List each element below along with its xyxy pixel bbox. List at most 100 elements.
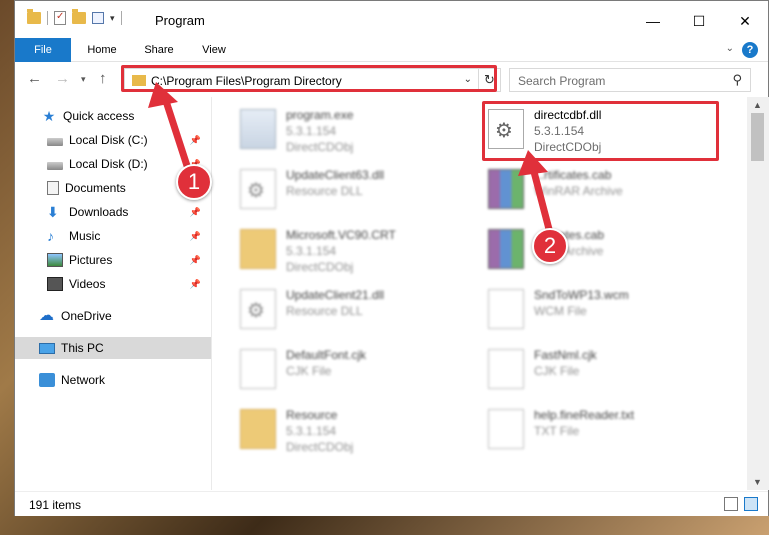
- sidebar-item-label: Pictures: [69, 253, 113, 267]
- file-item-defaultfont[interactable]: DefaultFont.cjk CJK File: [234, 341, 474, 397]
- ribbon-tabs: File Home Share View ⌄ ?: [15, 38, 768, 62]
- back-arrow-icon[interactable]: ←: [27, 70, 42, 87]
- sidebar-item-videos[interactable]: Videos 📌: [15, 273, 211, 295]
- file-name: UpdateClient21.dll: [286, 288, 385, 302]
- file-type: WCM File: [534, 304, 587, 318]
- sidebar-item-onedrive[interactable]: ☁ OneDrive: [15, 305, 211, 327]
- tab-view[interactable]: View: [189, 38, 239, 62]
- download-icon: ⬇: [47, 204, 59, 220]
- file-item-fastnml[interactable]: FastNml.cjk CJK File: [482, 341, 722, 397]
- properties-icon[interactable]: [92, 12, 104, 24]
- chevron-down-icon[interactable]: ⌄: [726, 43, 734, 54]
- details-view-icon[interactable]: [724, 497, 738, 511]
- file-item-updateclient63[interactable]: UpdateClient63.dll Resource DLL: [234, 161, 474, 217]
- file-name: ...rtificates.cab: [534, 168, 612, 182]
- folder-item-vc90[interactable]: Microsoft.VC90.CRT 5.3.1.154 DirectCDObj: [234, 221, 474, 277]
- folder-item-resource[interactable]: Resource 5.3.1.154 DirectCDObj: [234, 401, 474, 457]
- search-icon[interactable]: ⚲: [732, 72, 742, 88]
- tab-file[interactable]: File: [15, 38, 71, 62]
- file-description: DirectCDObj: [286, 440, 354, 454]
- generic-file-icon: [488, 289, 524, 329]
- minimize-button[interactable]: —: [630, 1, 676, 41]
- up-arrow-icon[interactable]: ↑: [99, 70, 107, 87]
- sidebar-item-label: Local Disk (D:): [69, 157, 148, 171]
- file-name: DefaultFont.cjk: [286, 348, 367, 362]
- sidebar-item-label: Videos: [69, 277, 106, 291]
- window-controls: — ☐ ✕: [630, 1, 768, 41]
- file-description: DirectCDObj: [286, 260, 354, 274]
- pin-icon[interactable]: 📌: [190, 231, 201, 242]
- step-badge-2: 2: [532, 228, 568, 264]
- forward-arrow-icon[interactable]: →: [55, 70, 70, 87]
- sidebar-item-label: Downloads: [69, 205, 129, 219]
- search-box[interactable]: Search Program ⚲: [509, 68, 751, 92]
- item-count: 191 items: [29, 498, 82, 512]
- file-item-updateclient21[interactable]: UpdateClient21.dll Resource DLL: [234, 281, 474, 337]
- pin-icon[interactable]: 📌: [190, 255, 201, 266]
- file-item-program-exe[interactable]: program.exe 5.3.1.154 DirectCDObj: [234, 101, 474, 157]
- maximize-button[interactable]: ☐: [676, 1, 722, 41]
- winrar-archive-icon: [488, 229, 524, 269]
- sidebar-item-label: Music: [69, 229, 101, 243]
- close-button[interactable]: ✕: [722, 1, 768, 41]
- onedrive-icon: ☁: [39, 307, 54, 324]
- tab-home[interactable]: Home: [75, 38, 129, 62]
- videos-icon: [47, 277, 63, 291]
- file-type: Resource DLL: [286, 184, 363, 198]
- winrar-archive-icon: [488, 169, 524, 209]
- search-input[interactable]: Search Program: [518, 74, 605, 88]
- text-file-icon: [488, 409, 524, 449]
- pin-icon[interactable]: 📌: [190, 135, 201, 146]
- sidebar-item-label: This PC: [61, 341, 104, 355]
- file-version: 5.3.1.154: [286, 244, 337, 258]
- file-item-help-txt[interactable]: help.fineReader.txt TXT File: [482, 401, 722, 457]
- folder-icon: [240, 229, 276, 269]
- documents-icon: [47, 181, 59, 195]
- dll-gear-icon: [240, 289, 276, 329]
- quick-access-toolbar: ▾: [27, 9, 122, 25]
- file-name: Resource: [286, 408, 338, 422]
- file-description: DirectCDObj: [286, 140, 354, 154]
- sidebar-item-network[interactable]: Network: [15, 369, 211, 391]
- vertical-scrollbar[interactable]: ▲ ▼: [747, 97, 769, 490]
- tab-share[interactable]: Share: [133, 38, 185, 62]
- network-icon: [39, 373, 55, 387]
- scroll-down-icon[interactable]: ▼: [753, 477, 762, 487]
- title-bar: ▾ Program — ☐ ✕: [15, 1, 768, 41]
- chevron-down-icon[interactable]: ▾: [110, 13, 115, 24]
- sidebar-item-downloads[interactable]: ⬇ Downloads 📌: [15, 201, 211, 223]
- file-version: 5.3.1.154: [286, 424, 337, 438]
- large-icons-view-icon[interactable]: [744, 497, 758, 511]
- disk-icon: [47, 137, 63, 146]
- properties-check-icon[interactable]: [54, 11, 66, 25]
- recent-locations-icon[interactable]: ▾: [81, 74, 86, 85]
- file-type: CJK File: [286, 364, 332, 378]
- file-type: WinRAR Archive: [534, 184, 623, 198]
- pin-icon[interactable]: 📌: [190, 207, 201, 218]
- file-name: program.exe: [286, 108, 354, 122]
- file-item-certificates2-cab[interactable]: ...ificates.cab ...AR Archive: [482, 221, 722, 277]
- file-name: UpdateClient63.dll: [286, 168, 385, 182]
- this-pc-icon: [39, 342, 55, 354]
- scroll-up-icon[interactable]: ▲: [753, 100, 762, 110]
- file-item-sndtowp13[interactable]: SndToWP13.wcm WCM File: [482, 281, 722, 337]
- help-icon[interactable]: ?: [742, 42, 758, 58]
- sidebar-item-pictures[interactable]: Pictures 📌: [15, 249, 211, 271]
- dll-gear-icon: [240, 169, 276, 209]
- pin-icon[interactable]: 📌: [190, 279, 201, 290]
- sidebar-item-label: OneDrive: [61, 309, 112, 323]
- file-name: FastNml.cjk: [534, 348, 597, 362]
- file-item-certificates-cab[interactable]: ...rtificates.cab WinRAR Archive: [482, 161, 722, 217]
- file-type: TXT File: [534, 424, 580, 438]
- step-badge-1: 1: [176, 164, 212, 200]
- new-folder-icon[interactable]: [72, 9, 86, 24]
- sidebar-item-music[interactable]: ♪ Music 📌: [15, 225, 211, 247]
- file-highlight-box: [482, 101, 719, 161]
- toolbar-divider: [47, 11, 48, 25]
- scrollbar-thumb[interactable]: [751, 113, 764, 161]
- sidebar-item-this-pc[interactable]: This PC: [15, 337, 211, 359]
- star-icon: ★: [42, 108, 56, 124]
- sidebar-item-quick-access[interactable]: ★ Quick access: [15, 105, 211, 127]
- navigation-pane: ★ Quick access Local Disk (C:) 📌 Local D…: [15, 97, 211, 490]
- sidebar-item-local-disk-c[interactable]: Local Disk (C:) 📌: [15, 129, 211, 151]
